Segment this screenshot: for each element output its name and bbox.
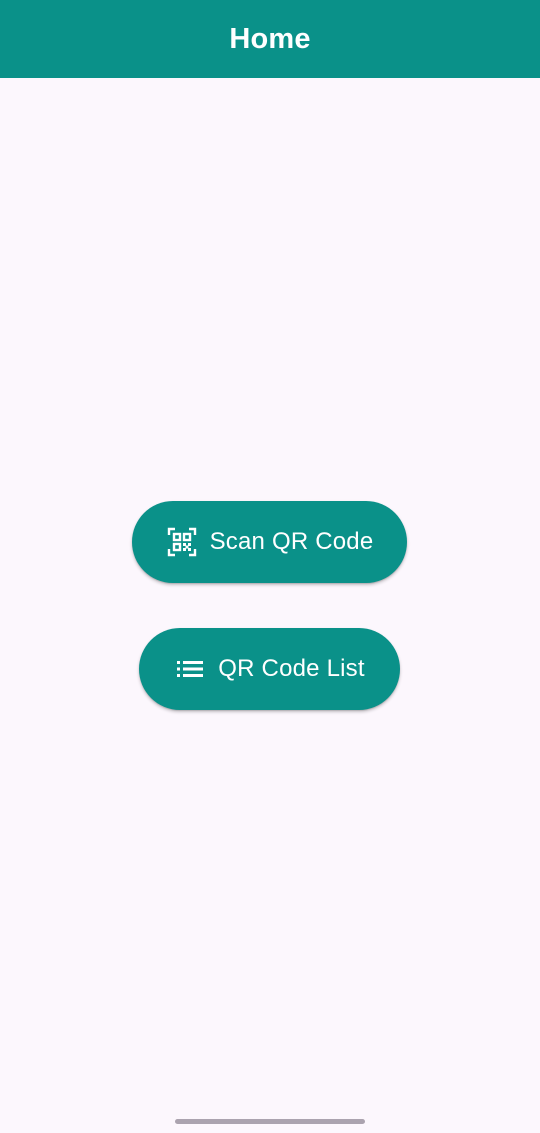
app-bar: Home [0,0,540,78]
page-title: Home [229,22,311,55]
list-icon [174,653,206,685]
scan-qr-code-button[interactable]: Scan QR Code [132,501,407,583]
home-indicator[interactable] [175,1119,365,1124]
qr-code-list-label: QR Code List [218,655,365,682]
scan-qr-code-label: Scan QR Code [209,528,374,555]
qr-code-list-button[interactable]: QR Code List [139,628,400,710]
qr-code-scanner-icon [166,526,198,558]
